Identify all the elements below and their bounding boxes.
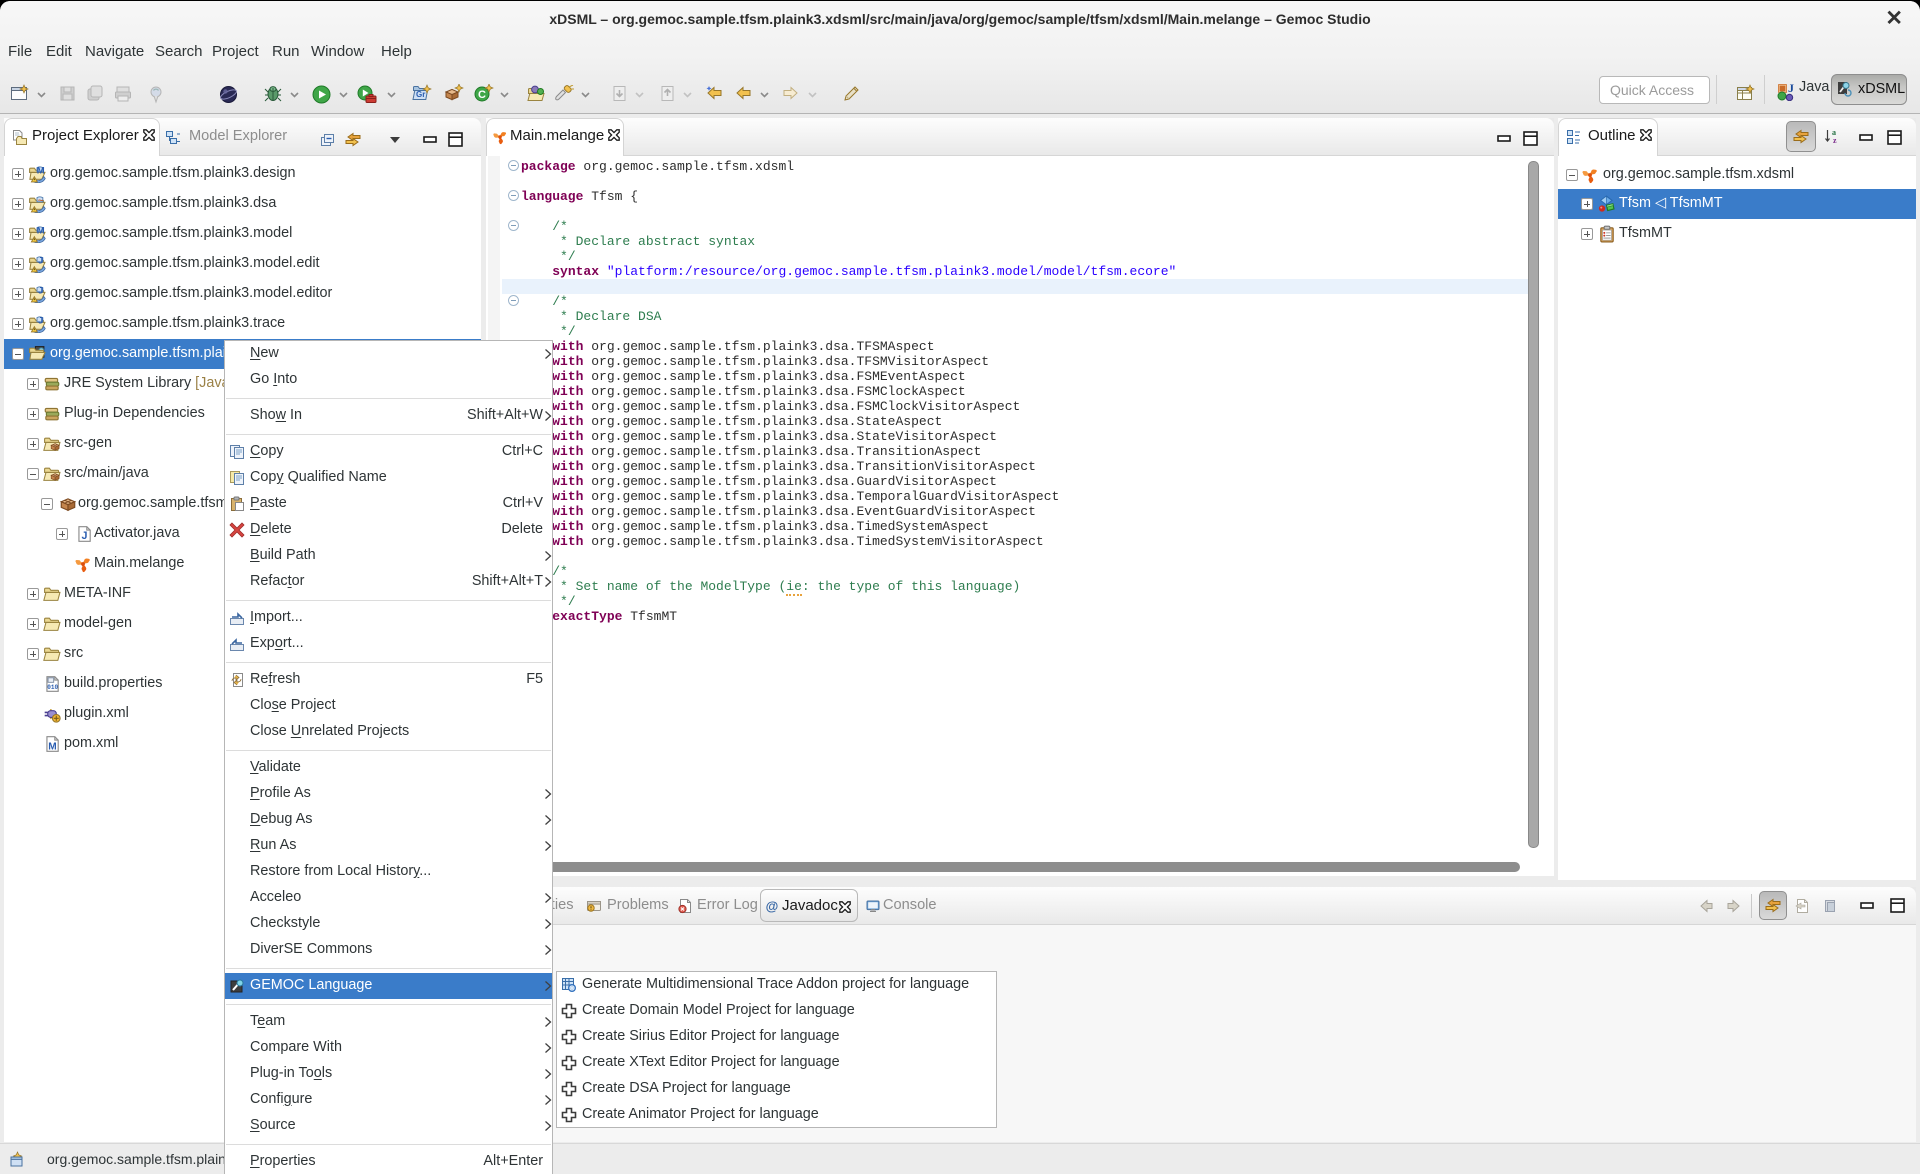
svg-text:010: 010 xyxy=(47,684,58,691)
svg-text:J: J xyxy=(38,315,43,326)
svg-text:M: M xyxy=(37,225,45,236)
svg-text:J: J xyxy=(1788,83,1794,95)
svg-text:M: M xyxy=(48,741,56,752)
svg-text:M: M xyxy=(37,165,45,176)
svg-text:~: ~ xyxy=(38,195,44,206)
svg-text:J: J xyxy=(38,255,43,266)
svg-text:@: @ xyxy=(766,899,779,914)
svg-text:C: C xyxy=(478,89,486,101)
svg-text:J: J xyxy=(38,285,43,296)
svg-text:Gr: Gr xyxy=(416,90,425,99)
svg-text:z: z xyxy=(1833,136,1837,144)
svg-text:J: J xyxy=(81,530,87,542)
